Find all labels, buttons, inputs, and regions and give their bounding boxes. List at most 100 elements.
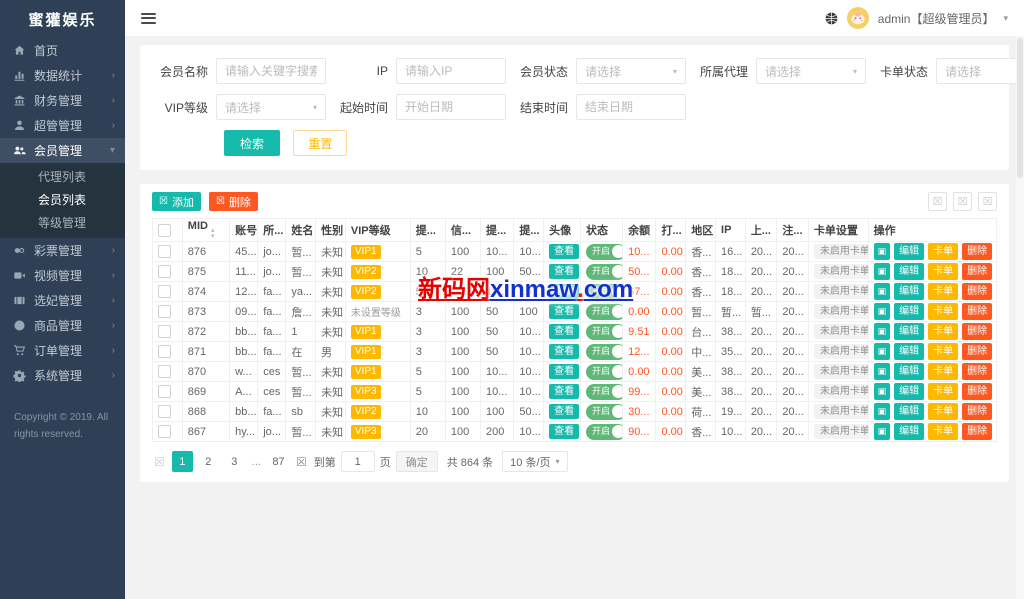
- edit-button[interactable]: 编辑: [894, 363, 925, 380]
- row-detail-icon-button[interactable]: ▣: [873, 363, 891, 380]
- row-detail-icon-button[interactable]: ▣: [873, 383, 891, 400]
- delete-button[interactable]: 删除: [962, 303, 993, 320]
- edit-button[interactable]: 编辑: [894, 343, 925, 360]
- avatar-view-button[interactable]: 查看: [549, 324, 580, 339]
- delete-button[interactable]: 删除: [962, 323, 993, 340]
- status-toggle[interactable]: 开启: [586, 263, 622, 280]
- card-button[interactable]: 卡单: [928, 403, 959, 420]
- sidebar-item-level-manage[interactable]: 等级管理: [0, 212, 125, 235]
- card-button[interactable]: 卡单: [928, 383, 959, 400]
- admin-label[interactable]: admin【超级管理员】: [878, 10, 995, 27]
- delete-button[interactable]: 删除: [962, 423, 993, 440]
- edit-button[interactable]: 编辑: [894, 263, 925, 280]
- globe-icon[interactable]: [825, 12, 838, 25]
- card-button[interactable]: 卡单: [928, 323, 959, 340]
- delete-button[interactable]: 删除: [962, 243, 993, 260]
- row-detail-icon-button[interactable]: ▣: [873, 403, 891, 420]
- avatar-view-button[interactable]: 查看: [549, 264, 580, 279]
- sidebar-item-xuanfei[interactable]: 选妃管理 ›: [0, 288, 125, 313]
- edit-button[interactable]: 编辑: [894, 283, 925, 300]
- sidebar-item-system[interactable]: 系统管理 ›: [0, 363, 125, 388]
- status-toggle[interactable]: 开启: [586, 303, 622, 320]
- status-toggle[interactable]: 开启: [586, 363, 622, 380]
- sidebar-item-agent-list[interactable]: 代理列表: [0, 166, 125, 189]
- edit-button[interactable]: 编辑: [894, 423, 925, 440]
- status-toggle[interactable]: 开启: [586, 283, 622, 300]
- sidebar-item-statistics[interactable]: 数据统计 ›: [0, 63, 125, 88]
- ip-input[interactable]: [396, 58, 506, 84]
- row-checkbox[interactable]: [158, 425, 171, 438]
- page-number[interactable]: 3: [224, 451, 245, 472]
- status-toggle[interactable]: 开启: [586, 343, 622, 360]
- row-detail-icon-button[interactable]: ▣: [873, 343, 891, 360]
- row-checkbox[interactable]: [158, 245, 171, 258]
- delete-button[interactable]: 删除: [962, 263, 993, 280]
- row-checkbox[interactable]: [158, 405, 171, 418]
- row-checkbox[interactable]: [158, 265, 171, 278]
- edit-button[interactable]: 编辑: [894, 383, 925, 400]
- status-toggle[interactable]: 开启: [586, 423, 622, 440]
- card-button[interactable]: 卡单: [928, 363, 959, 380]
- jump-confirm-button[interactable]: 确定: [395, 451, 438, 472]
- delete-button[interactable]: 删除: [962, 403, 993, 420]
- scrollbar[interactable]: [1016, 36, 1024, 599]
- row-checkbox[interactable]: [158, 305, 171, 318]
- menu-toggle-icon[interactable]: [141, 10, 156, 26]
- print-icon-button[interactable]: ☒: [978, 192, 997, 211]
- end-time-input[interactable]: [576, 94, 686, 120]
- next-page-icon[interactable]: ☒: [294, 455, 309, 469]
- row-detail-icon-button[interactable]: ▣: [873, 243, 891, 260]
- delete-button[interactable]: 删除: [962, 383, 993, 400]
- edit-button[interactable]: 编辑: [894, 303, 925, 320]
- sort-icon[interactable]: ▴ ▾: [211, 227, 215, 240]
- scrollbar-thumb[interactable]: [1017, 38, 1023, 178]
- row-checkbox[interactable]: [158, 345, 171, 358]
- card-button[interactable]: 卡单: [928, 303, 959, 320]
- avatar[interactable]: [846, 7, 869, 29]
- sidebar-item-video[interactable]: 视频管理 ›: [0, 263, 125, 288]
- delete-button[interactable]: 删除: [962, 363, 993, 380]
- prev-page-icon[interactable]: ☒: [152, 455, 167, 469]
- avatar-view-button[interactable]: 查看: [549, 424, 580, 439]
- row-detail-icon-button[interactable]: ▣: [873, 303, 891, 320]
- page-number[interactable]: 87: [268, 451, 289, 472]
- select-all-checkbox[interactable]: [158, 223, 171, 237]
- sidebar-item-member-list[interactable]: 会员列表: [0, 189, 125, 212]
- jump-page-input[interactable]: [340, 451, 375, 472]
- member-name-input[interactable]: [216, 58, 326, 84]
- status-toggle[interactable]: 开启: [586, 323, 622, 340]
- start-time-input[interactable]: [396, 94, 506, 120]
- reset-button[interactable]: 重置: [293, 130, 348, 156]
- add-button[interactable]: ☒ 添加: [152, 192, 201, 211]
- page-number[interactable]: 2: [198, 451, 219, 472]
- avatar-view-button[interactable]: 查看: [549, 384, 580, 399]
- edit-button[interactable]: 编辑: [894, 243, 925, 260]
- page-number[interactable]: 1: [171, 451, 193, 472]
- card-button[interactable]: 卡单: [928, 343, 959, 360]
- delete-button[interactable]: 删除: [962, 283, 993, 300]
- row-detail-icon-button[interactable]: ▣: [873, 423, 891, 440]
- filter-columns-icon-button[interactable]: ☒: [928, 192, 947, 211]
- card-status-select[interactable]: 请选择▾: [936, 58, 1024, 84]
- avatar-view-button[interactable]: 查看: [549, 344, 580, 359]
- page-size-select[interactable]: 10 条/页 ▾: [502, 451, 568, 472]
- card-button[interactable]: 卡单: [928, 283, 959, 300]
- avatar-view-button[interactable]: 查看: [549, 304, 580, 319]
- sidebar-item-goods[interactable]: 商品管理 ›: [0, 313, 125, 338]
- sidebar-item-members[interactable]: 会员管理 ▾: [0, 138, 125, 163]
- sidebar-item-lottery[interactable]: 彩票管理 ›: [0, 238, 125, 263]
- status-toggle[interactable]: 开启: [586, 403, 622, 420]
- row-checkbox[interactable]: [158, 365, 171, 378]
- row-checkbox[interactable]: [158, 285, 171, 298]
- delete-button[interactable]: 删除: [962, 343, 993, 360]
- card-button[interactable]: 卡单: [928, 263, 959, 280]
- search-button[interactable]: 检索: [224, 130, 281, 156]
- sidebar-item-super-admin[interactable]: 超管管理 ›: [0, 113, 125, 138]
- avatar-view-button[interactable]: 查看: [549, 404, 580, 419]
- row-detail-icon-button[interactable]: ▣: [873, 263, 891, 280]
- status-toggle[interactable]: 开启: [586, 383, 622, 400]
- agent-select[interactable]: 请选择 ▾: [756, 58, 866, 84]
- sidebar-item-finance[interactable]: 财务管理 ›: [0, 88, 125, 113]
- avatar-view-button[interactable]: 查看: [549, 364, 580, 379]
- batch-delete-button[interactable]: ☒ 删除: [208, 192, 258, 211]
